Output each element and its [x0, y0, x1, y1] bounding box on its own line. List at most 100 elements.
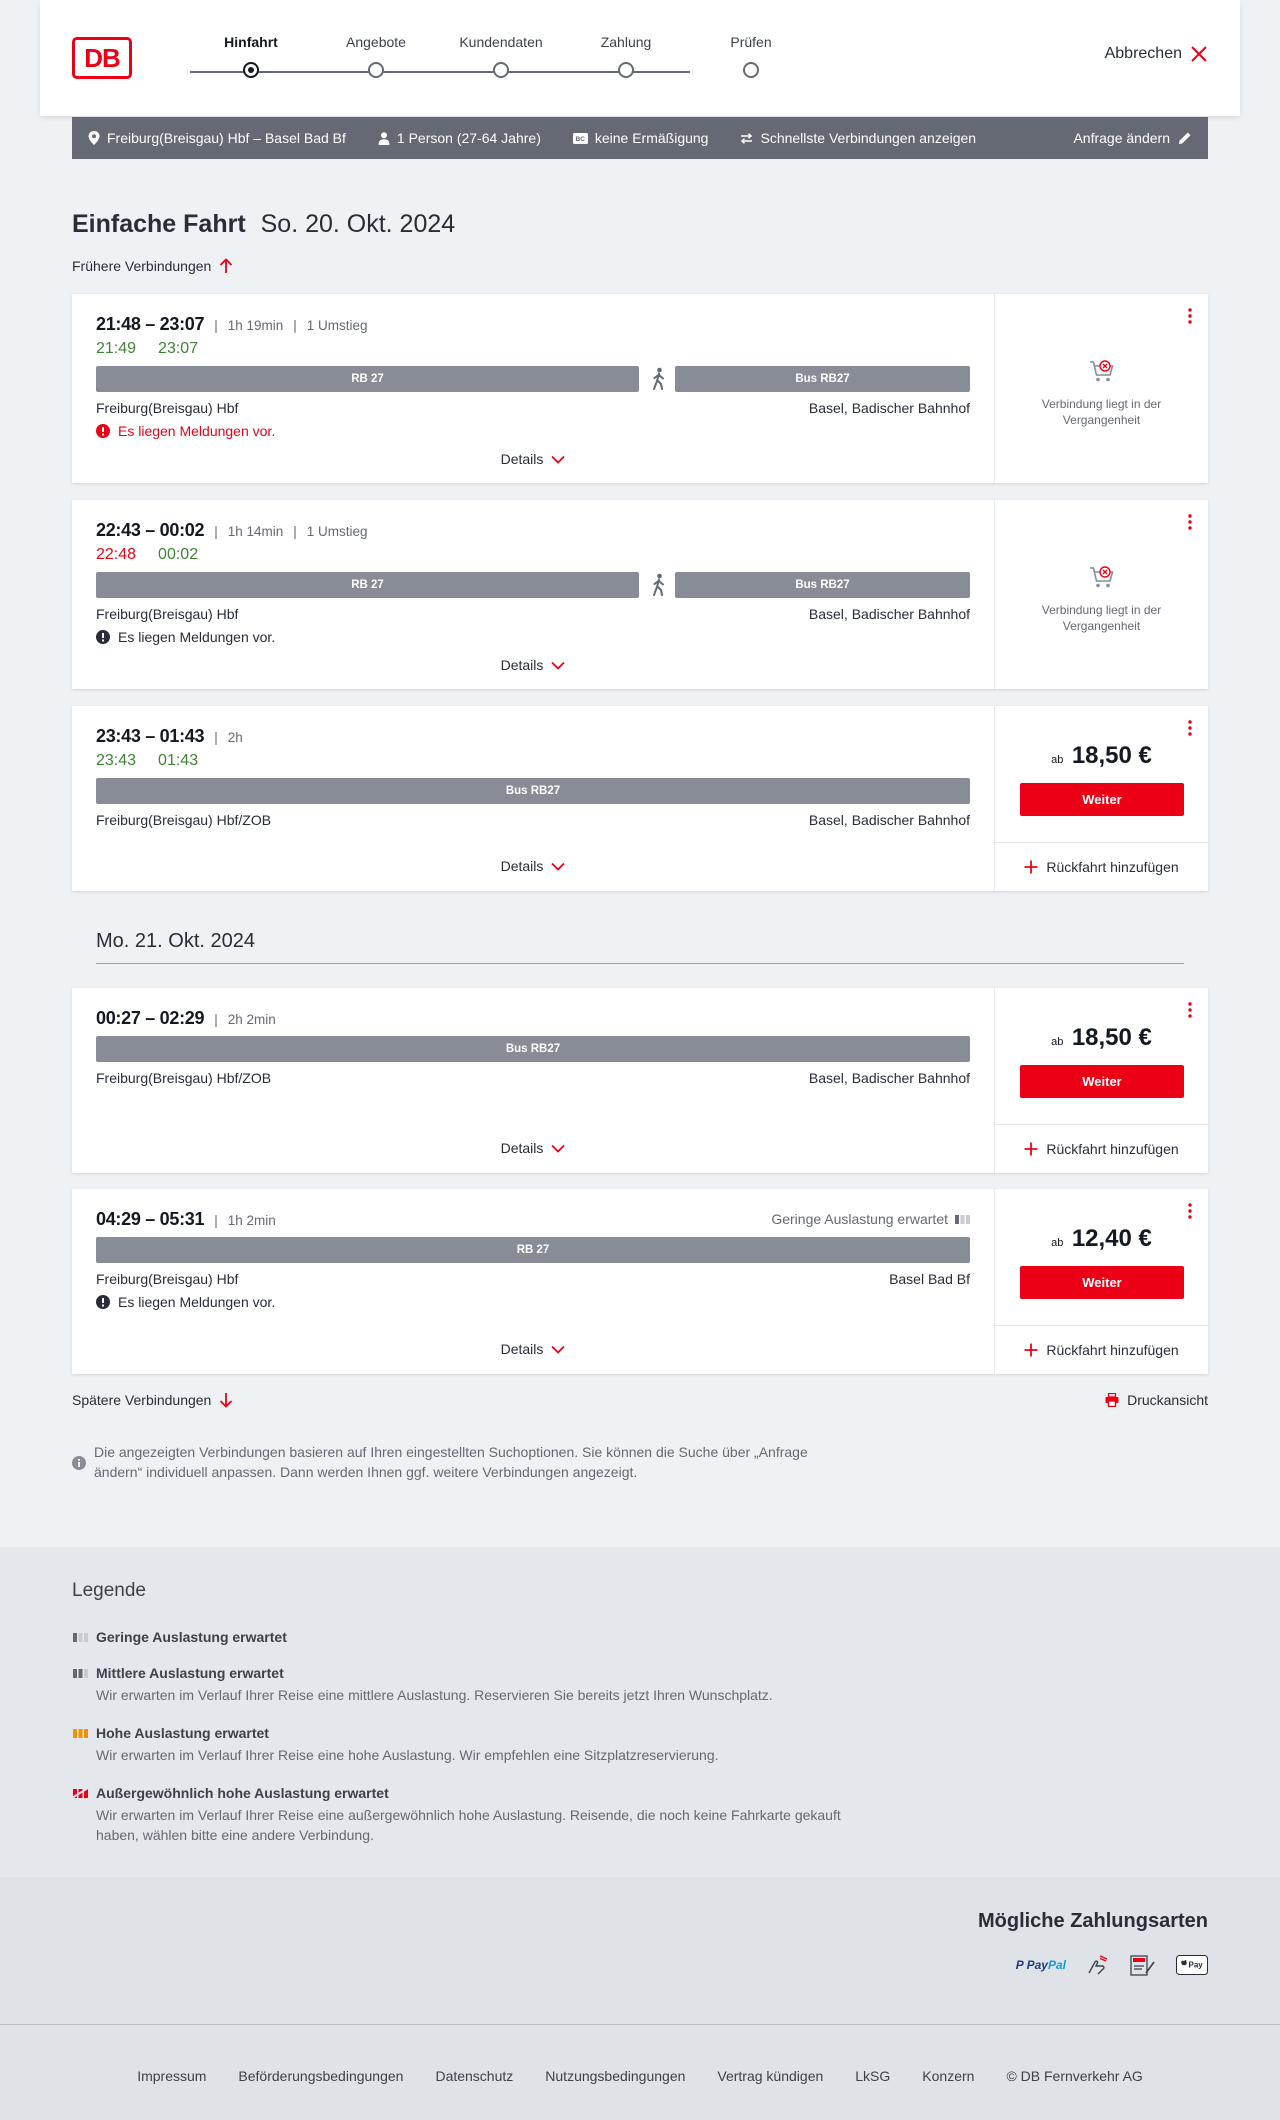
legend-heading: Geringe Auslastung erwartet	[96, 1629, 287, 1645]
planned-times: 00:27 – 02:29	[96, 1008, 205, 1028]
connection-times-row: 04:29 – 05:31 | 1h 2min	[96, 1209, 276, 1229]
add-return-trip-label: Rückfahrt hinzufügen	[1046, 1141, 1179, 1157]
details-toggle[interactable]: Details	[72, 657, 994, 673]
later-connections-link[interactable]: Spätere Verbindungen	[72, 1392, 233, 1408]
segment-rb27: RB 27	[96, 572, 639, 598]
cancel-button[interactable]: Abbrechen	[1105, 45, 1208, 63]
apple-pay-icon: Pay	[1176, 1955, 1208, 1975]
warning-icon	[96, 424, 110, 438]
disruption-notice-text: Es liegen Meldungen vor.	[118, 629, 276, 645]
chevron-down-icon	[551, 862, 566, 871]
chevron-down-icon	[551, 1345, 566, 1354]
edit-request-label: Anfrage ändern	[1073, 130, 1170, 146]
realtime-departure: 22:48	[96, 546, 137, 563]
plus-icon	[1024, 860, 1038, 874]
connection-card: 04:29 – 05:31 | 1h 2min Geringe Auslastu…	[72, 1189, 1208, 1374]
details-toggle[interactable]: Details	[72, 1341, 994, 1357]
db-logo-text: DB	[84, 42, 121, 73]
footer-link-impressum[interactable]: Impressum	[137, 2068, 206, 2084]
past-connection-info: Verbindung liegt in der Vergangenheit	[995, 358, 1208, 428]
db-logo[interactable]: DB	[72, 37, 132, 79]
price-prefix: ab	[1051, 1237, 1064, 1249]
footer-link-datenschutz[interactable]: Datenschutz	[435, 2068, 513, 2084]
step-hinfahrt[interactable]: Hinfahrt	[191, 34, 311, 78]
connection-times-row: 00:27 – 02:29 | 2h 2min	[96, 1008, 276, 1028]
close-icon	[1190, 45, 1208, 63]
legend-description: Wir erwarten im Verlauf Ihrer Reise eine…	[96, 1807, 841, 1843]
sepa-icon	[1130, 1953, 1156, 1977]
more-options-icon[interactable]	[1188, 1203, 1192, 1219]
transfers: 1 Umstieg	[306, 318, 368, 333]
transfers: 1 Umstieg	[306, 524, 368, 539]
search-info-note: Die angezeigten Verbindungen basieren au…	[72, 1442, 852, 1482]
footer-link-vertrag-kuendigen[interactable]: Vertrag kündigen	[717, 2068, 823, 2084]
cart-unavailable-icon	[1089, 564, 1115, 590]
details-toggle[interactable]: Details	[72, 858, 994, 874]
past-connection-text: Verbindung liegt in der Vergangenheit	[1041, 603, 1162, 633]
journey-segments: Bus RB27	[96, 778, 970, 804]
disruption-notice[interactable]: Es liegen Meldungen vor.	[96, 629, 275, 645]
destination-station: Basel, Badischer Bahnhof	[808, 606, 970, 622]
add-return-trip-button[interactable]: Rückfahrt hinzufügen	[995, 1124, 1208, 1173]
footer-link-nutzungsbedingungen[interactable]: Nutzungsbedingungen	[545, 2068, 685, 2084]
continue-button[interactable]: Weiter	[1020, 783, 1184, 816]
step-dot	[743, 62, 759, 78]
earlier-connections-link[interactable]: Frühere Verbindungen	[72, 258, 233, 274]
more-options-icon[interactable]	[1188, 1002, 1192, 1018]
more-options-icon[interactable]	[1188, 720, 1192, 736]
legend-title: Legende	[72, 1580, 146, 1601]
realtime-times: 23:43 01:43	[96, 752, 198, 770]
step-dot	[618, 62, 634, 78]
step-angebote[interactable]: Angebote	[316, 34, 436, 78]
legend-description: Wir erwarten im Verlauf Ihrer Reise eine…	[96, 1747, 719, 1763]
print-view-link[interactable]: Druckansicht	[1105, 1392, 1208, 1408]
step-kundendaten[interactable]: Kundendaten	[441, 34, 561, 78]
details-toggle[interactable]: Details	[72, 451, 994, 467]
footer-links: Impressum Beförderungsbedingungen Datens…	[0, 2068, 1280, 2084]
price-prefix: ab	[1051, 754, 1064, 766]
swap-arrows-icon	[740, 132, 753, 144]
footer-link-lksg[interactable]: LkSG	[855, 2068, 890, 2084]
destination-station: Basel Bad Bf	[889, 1271, 970, 1287]
add-return-trip-button[interactable]: Rückfahrt hinzufügen	[995, 842, 1208, 891]
footer-link-befoerderungsbedingungen[interactable]: Beförderungsbedingungen	[238, 2068, 403, 2084]
chevron-down-icon	[551, 1144, 566, 1153]
connection-card: 22:43 – 00:02 | 1h 14min | 1 Umstieg 22:…	[72, 500, 1208, 689]
step-zahlung[interactable]: Zahlung	[566, 34, 686, 78]
segment-bus-rb27: Bus RB27	[675, 366, 970, 392]
planned-times: 22:43 – 00:02	[96, 520, 205, 540]
edit-request-button[interactable]: Anfrage ändern	[1073, 130, 1192, 146]
disruption-notice-text: Es liegen Meldungen vor.	[118, 423, 276, 439]
details-toggle[interactable]: Details	[72, 1140, 994, 1156]
planned-times: 04:29 – 05:31	[96, 1209, 205, 1229]
more-options-icon[interactable]	[1188, 514, 1192, 530]
continue-button[interactable]: Weiter	[1020, 1266, 1184, 1299]
legend-description: Wir erwarten im Verlauf Ihrer Reise eine…	[96, 1687, 773, 1703]
step-pruefen[interactable]: Prüfen	[691, 34, 811, 78]
add-return-trip-button[interactable]: Rückfahrt hinzufügen	[995, 1325, 1208, 1374]
occupancy-indicator[interactable]: Geringe Auslastung erwartet	[771, 1211, 970, 1227]
svg-text:BC: BC	[575, 136, 585, 143]
price-amount: 18,50 €	[1071, 1024, 1152, 1051]
occupancy-text: Geringe Auslastung erwartet	[771, 1211, 948, 1227]
walking-icon	[651, 367, 667, 391]
footer-link-konzern[interactable]: Konzern	[922, 2068, 974, 2084]
origin-station: Freiburg(Breisgau) Hbf	[96, 1271, 239, 1287]
printer-icon	[1105, 1393, 1119, 1407]
legend-item-high: Hohe Auslastung erwartet Wir erwarten im…	[72, 1725, 872, 1765]
journey-segments: RB 27 Bus RB27	[96, 366, 970, 392]
connection-card: 00:27 – 02:29 | 2h 2min Bus RB27 Freibur…	[72, 988, 1208, 1173]
step-label: Kundendaten	[459, 34, 543, 50]
realtime-arrival: 00:02	[158, 546, 199, 563]
warning-icon	[96, 1295, 110, 1309]
realtime-departure: 21:49	[96, 340, 137, 357]
step-dot	[368, 62, 384, 78]
more-options-icon[interactable]	[1188, 308, 1192, 324]
disruption-notice[interactable]: Es liegen Meldungen vor.	[96, 1294, 275, 1310]
disruption-notice[interactable]: Es liegen Meldungen vor.	[96, 423, 275, 439]
journey-segments: RB 27	[96, 1237, 970, 1263]
continue-button[interactable]: Weiter	[1020, 1065, 1184, 1098]
realtime-departure: 23:43	[96, 752, 137, 769]
duration: 2h	[227, 730, 243, 745]
paypal-icon: P PayPal	[1015, 1958, 1066, 1972]
